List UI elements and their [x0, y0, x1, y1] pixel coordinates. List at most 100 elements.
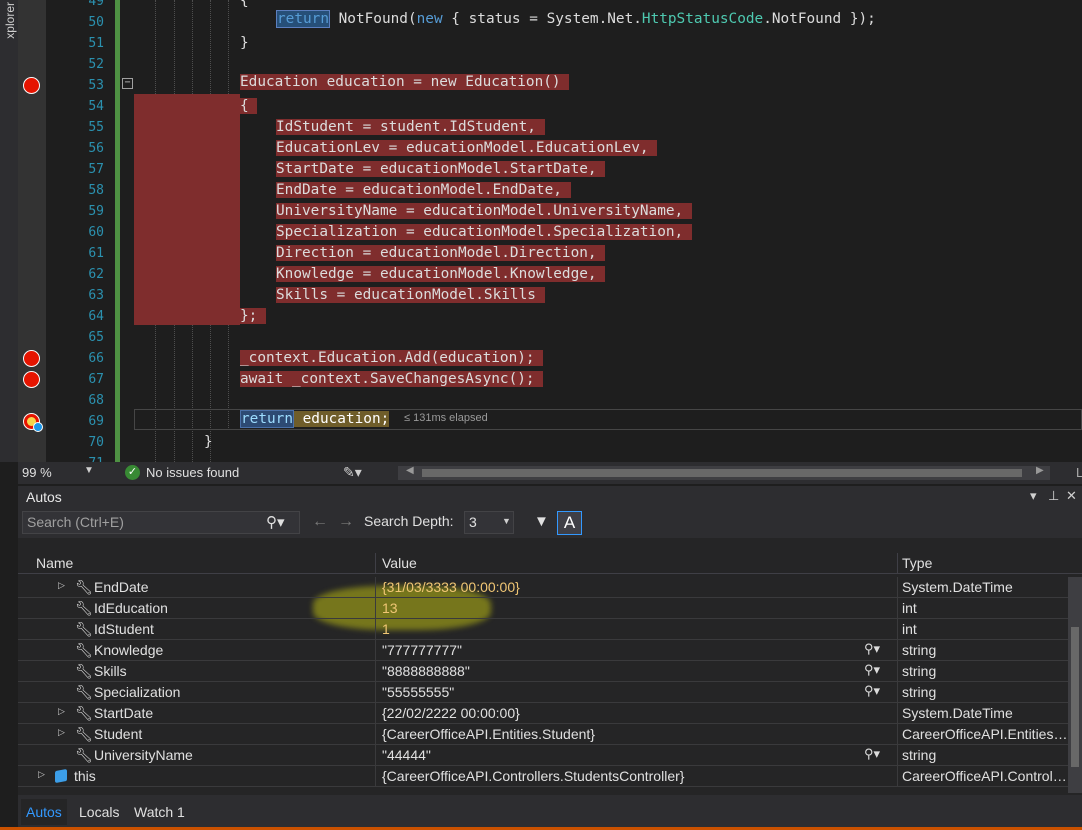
row-value[interactable]: {CareerOfficeAPI.Controllers.StudentsCon… — [382, 768, 684, 784]
pin-icon[interactable]: ⊥ — [1048, 488, 1059, 504]
scroll-left-icon[interactable]: ◀ — [406, 465, 414, 476]
line-number: 71 — [48, 453, 104, 462]
perf-tip[interactable]: ≤ 131ms elapsed — [404, 412, 488, 424]
current-breakpoint-icon[interactable] — [23, 413, 43, 432]
issues-indicator[interactable]: No issues found — [146, 465, 239, 480]
editor-line[interactable]: 56 EducationLev = educationModel.Educatio… — [18, 138, 1082, 159]
editor-line[interactable]: 51} — [18, 33, 1082, 54]
view-as-text-button[interactable]: A — [557, 511, 582, 535]
close-icon[interactable]: ✕ — [1066, 488, 1077, 504]
tab-locals[interactable]: Locals — [74, 799, 124, 825]
table-row[interactable]: ▷ this {CareerOfficeAPI.Controllers.Studen… — [18, 766, 1068, 787]
table-row[interactable]: ▷ 🔧︎ Student {CareerOfficeAPI.Entities.Stud… — [18, 724, 1068, 745]
editor-line[interactable]: 68 — [18, 390, 1082, 411]
table-row[interactable]: ▷ 🔧︎ StartDate {22/02/2222 00:00:00} System.… — [18, 703, 1068, 724]
column-name[interactable]: Name — [36, 555, 73, 571]
line-number: 66 — [88, 351, 104, 366]
table-row[interactable]: 🔧︎ IdStudent 1 int — [18, 619, 1068, 640]
text-visualizer-icon[interactable]: ⚲▾ — [864, 641, 880, 657]
zoom-level[interactable]: 99 % — [22, 465, 52, 480]
vertical-scrollbar[interactable] — [1068, 577, 1082, 793]
expand-icon[interactable]: ▷ — [58, 580, 65, 591]
line-number: 67 — [88, 372, 104, 387]
editor-line[interactable]: 55 IdStudent = student.IdStudent, — [18, 117, 1082, 138]
line-number: 55 — [88, 120, 104, 135]
editor-line[interactable]: 58 EndDate = educationModel.EndDate, — [18, 180, 1082, 201]
search-icon[interactable]: ⚲▾ — [266, 513, 285, 531]
row-value[interactable]: "8888888888" — [382, 663, 470, 679]
table-row[interactable]: 🔧︎ UniversityName "44444" ⚲▾ string — [18, 745, 1068, 766]
tab-watch-1[interactable]: Watch 1 — [129, 799, 190, 825]
row-value[interactable]: 13 — [382, 600, 398, 616]
editor-line[interactable]: 64}; — [18, 306, 1082, 327]
object-icon — [55, 768, 67, 784]
breakpoint-icon[interactable] — [23, 371, 40, 388]
row-value[interactable]: "55555555" — [382, 684, 454, 700]
editor-line[interactable]: 62 Knowledge = educationModel.Knowledge, — [18, 264, 1082, 285]
code-line-53: Education education = new Education() — [240, 72, 570, 93]
filter-icon[interactable]: ▼ — [534, 513, 549, 530]
chevron-down-icon[interactable]: ▼ — [84, 465, 94, 476]
row-value[interactable]: {22/02/2222 00:00:00} — [382, 705, 520, 721]
editor-line[interactable]: 61 Direction = educationModel.Direction, — [18, 243, 1082, 264]
tab-autos[interactable]: Autos — [21, 799, 67, 825]
editor-line[interactable]: 71 — [18, 453, 1082, 462]
cell-divider — [897, 682, 898, 703]
editor-line[interactable]: 66 _context.Education.Add(education); — [18, 348, 1082, 369]
cell-divider — [375, 577, 376, 598]
line-number: 54 — [88, 99, 104, 114]
editor-line[interactable]: 59 UniversityName = educationModel.Univer… — [18, 201, 1082, 222]
property-icon: 🔧︎ — [75, 621, 93, 637]
expand-icon[interactable]: ▷ — [58, 706, 65, 717]
expand-icon[interactable]: ▷ — [38, 769, 45, 780]
table-row[interactable]: 🔧︎ Knowledge "777777777" ⚲▾ string — [18, 640, 1068, 661]
chevron-down-icon[interactable]: ▼ — [502, 516, 511, 526]
property-icon: 🔧︎ — [75, 600, 93, 616]
expand-icon[interactable]: ▷ — [58, 727, 65, 738]
editor-line[interactable]: 70} — [18, 432, 1082, 453]
row-value[interactable]: {31/03/3333 00:00:00} — [382, 579, 520, 595]
code-text: Knowledge = educationModel.Knowledge, — [276, 266, 606, 282]
cell-divider — [897, 619, 898, 640]
editor-line[interactable]: 60 Specialization = educationModel.Specia… — [18, 222, 1082, 243]
column-divider[interactable] — [897, 553, 898, 574]
breakpoint-icon[interactable] — [23, 77, 40, 94]
editor-line[interactable]: 67 — [18, 369, 1082, 390]
property-icon: 🔧︎ — [75, 642, 93, 658]
row-type: CareerOfficeAPI.Entities.Student — [902, 726, 1068, 742]
row-value[interactable]: 1 — [382, 621, 390, 637]
line-number: 69 — [88, 414, 104, 429]
table-row[interactable]: 🔧︎ Specialization "55555555" ⚲▾ string — [18, 682, 1068, 703]
row-value[interactable]: "44444" — [382, 747, 431, 763]
column-type[interactable]: Type — [902, 555, 932, 571]
table-row[interactable]: 🔧︎ Skills "8888888888" ⚲▾ string — [18, 661, 1068, 682]
editor-line[interactable]: 57 StartDate = educationModel.StartDate, — [18, 159, 1082, 180]
editor-line[interactable]: 63 Skills = educationModel.Skills — [18, 285, 1082, 306]
text-visualizer-icon[interactable]: ⚲▾ — [864, 683, 880, 699]
text-visualizer-icon[interactable]: ⚲▾ — [864, 746, 880, 762]
row-value[interactable]: "777777777" — [382, 642, 462, 658]
editor-line[interactable]: 65 — [18, 327, 1082, 348]
editor-line[interactable]: 54 { — [18, 96, 1082, 117]
row-name: Skills — [94, 663, 127, 679]
window-menu-icon[interactable]: ▾ — [1030, 488, 1037, 504]
horizontal-scroll-thumb[interactable] — [422, 469, 1022, 477]
code-cleanup-icon[interactable]: ✎▾ — [343, 464, 362, 481]
solution-explorer-tab[interactable]: xplorer — [0, 0, 18, 50]
row-value[interactable]: {CareerOfficeAPI.Entities.Student} — [382, 726, 595, 742]
table-row[interactable]: ▷ 🔧︎ EndDate {31/03/3333 00:00:00} System.Da… — [18, 577, 1068, 598]
column-divider[interactable] — [375, 553, 376, 574]
row-name: EndDate — [94, 579, 149, 595]
table-row[interactable]: 🔧︎ IdEducation 13 int — [18, 598, 1068, 619]
back-arrow-icon[interactable]: ← — [312, 513, 328, 531]
vertical-scroll-thumb[interactable] — [1071, 627, 1079, 767]
scroll-right-icon[interactable]: ▶ — [1036, 465, 1044, 476]
code-editor[interactable]: − 49{50 51} 52 53 54{ 55 IdStudent = student.… — [18, 0, 1082, 462]
forward-arrow-icon[interactable]: → — [338, 513, 354, 531]
line-number: 59 — [88, 204, 104, 219]
breakpoint-icon[interactable] — [23, 350, 40, 367]
text-visualizer-icon[interactable]: ⚲▾ — [864, 662, 880, 678]
cell-divider — [375, 661, 376, 682]
column-value[interactable]: Value — [382, 555, 417, 571]
search-input[interactable]: Search (Ctrl+E) — [22, 511, 300, 534]
